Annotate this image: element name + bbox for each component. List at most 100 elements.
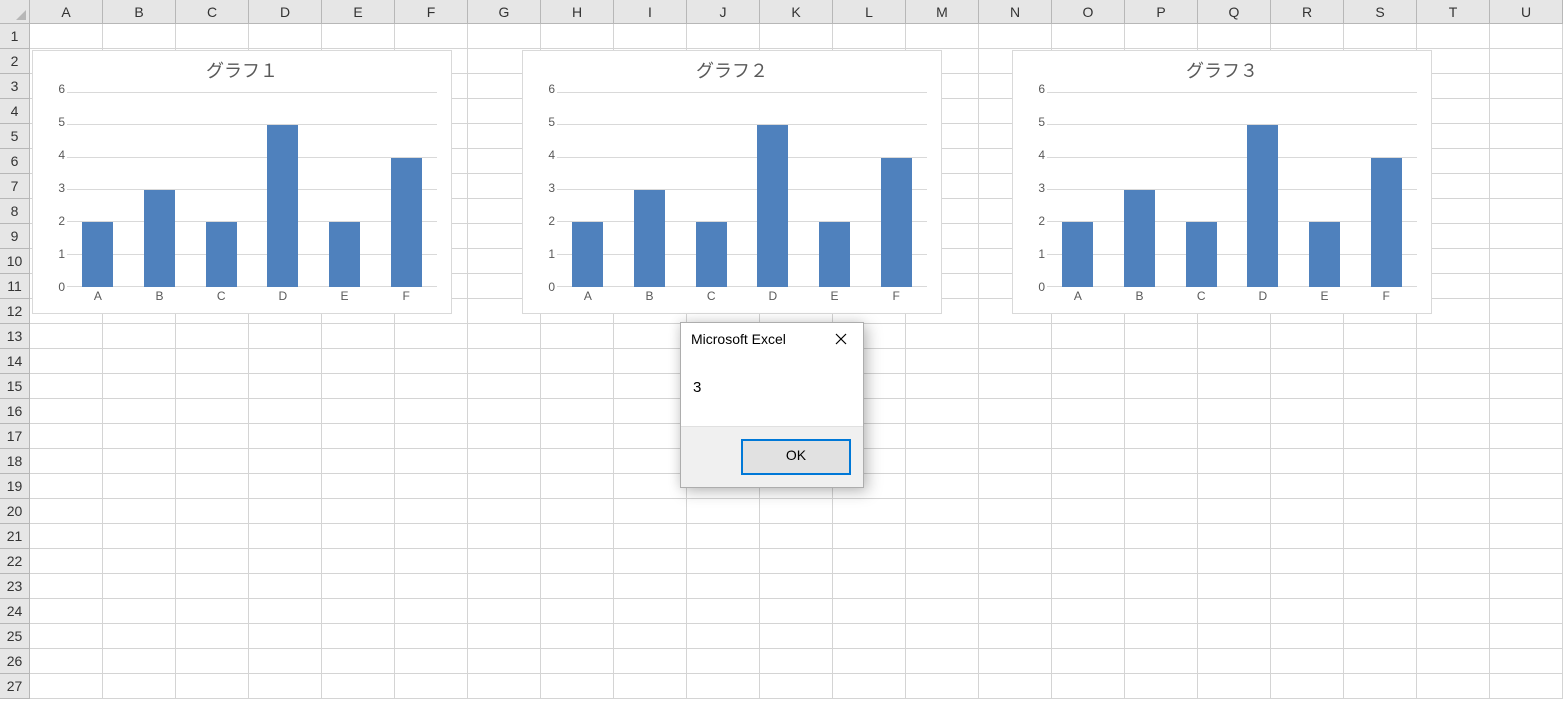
cell[interactable] xyxy=(1344,349,1417,374)
bar[interactable] xyxy=(1062,222,1093,287)
cell[interactable] xyxy=(1271,349,1344,374)
cell[interactable] xyxy=(1344,449,1417,474)
cell[interactable] xyxy=(1198,549,1271,574)
cell[interactable] xyxy=(1271,624,1344,649)
cell[interactable] xyxy=(1417,449,1490,474)
cell[interactable] xyxy=(30,399,103,424)
cell[interactable] xyxy=(249,499,322,524)
cell[interactable] xyxy=(1344,474,1417,499)
cell[interactable] xyxy=(614,399,687,424)
cell[interactable] xyxy=(1125,449,1198,474)
row-header[interactable]: 6 xyxy=(0,149,30,174)
cell[interactable] xyxy=(176,674,249,699)
cell[interactable] xyxy=(1490,224,1563,249)
cell[interactable] xyxy=(541,649,614,674)
cell[interactable] xyxy=(979,599,1052,624)
cell[interactable] xyxy=(1271,524,1344,549)
cell[interactable] xyxy=(614,449,687,474)
cell[interactable] xyxy=(322,649,395,674)
cell[interactable] xyxy=(979,399,1052,424)
column-header[interactable]: P xyxy=(1125,0,1198,24)
cell[interactable] xyxy=(1198,399,1271,424)
cell[interactable] xyxy=(1125,399,1198,424)
cell[interactable] xyxy=(103,574,176,599)
cell[interactable] xyxy=(1198,574,1271,599)
cell[interactable] xyxy=(906,399,979,424)
cell[interactable] xyxy=(979,574,1052,599)
cell[interactable] xyxy=(541,374,614,399)
cell[interactable] xyxy=(1125,499,1198,524)
cell[interactable] xyxy=(614,24,687,49)
cell[interactable] xyxy=(322,549,395,574)
cell[interactable] xyxy=(103,549,176,574)
cell[interactable] xyxy=(1417,499,1490,524)
bar[interactable] xyxy=(1371,158,1402,287)
row-header[interactable]: 25 xyxy=(0,624,30,649)
cell[interactable] xyxy=(1490,574,1563,599)
cell[interactable] xyxy=(687,674,760,699)
row-header[interactable]: 24 xyxy=(0,599,30,624)
cell[interactable] xyxy=(1125,649,1198,674)
cell[interactable] xyxy=(1052,324,1125,349)
cell[interactable] xyxy=(468,549,541,574)
cell[interactable] xyxy=(468,524,541,549)
cell[interactable] xyxy=(1198,324,1271,349)
bar[interactable] xyxy=(757,125,788,287)
cell[interactable] xyxy=(1344,524,1417,549)
cell[interactable] xyxy=(1417,399,1490,424)
cell[interactable] xyxy=(614,499,687,524)
cell[interactable] xyxy=(1490,49,1563,74)
cell[interactable] xyxy=(249,424,322,449)
row-header[interactable]: 20 xyxy=(0,499,30,524)
cell[interactable] xyxy=(1344,374,1417,399)
bar[interactable] xyxy=(329,222,360,287)
column-header[interactable]: K xyxy=(760,0,833,24)
cell[interactable] xyxy=(1490,149,1563,174)
column-header[interactable]: A xyxy=(30,0,103,24)
cell[interactable] xyxy=(468,399,541,424)
cell[interactable] xyxy=(30,674,103,699)
cell[interactable] xyxy=(322,524,395,549)
bar[interactable] xyxy=(267,125,298,287)
column-header[interactable]: R xyxy=(1271,0,1344,24)
cell[interactable] xyxy=(395,399,468,424)
cell[interactable] xyxy=(1490,524,1563,549)
cell[interactable] xyxy=(1052,374,1125,399)
cell[interactable] xyxy=(1125,524,1198,549)
cell[interactable] xyxy=(176,449,249,474)
cell[interactable] xyxy=(1490,674,1563,699)
cell[interactable] xyxy=(687,524,760,549)
cell[interactable] xyxy=(1344,424,1417,449)
cell[interactable] xyxy=(1125,474,1198,499)
cell[interactable] xyxy=(833,674,906,699)
cell[interactable] xyxy=(760,599,833,624)
cell[interactable] xyxy=(833,499,906,524)
cell[interactable] xyxy=(322,24,395,49)
cell[interactable] xyxy=(322,449,395,474)
cell[interactable] xyxy=(614,324,687,349)
cell[interactable] xyxy=(906,599,979,624)
bar[interactable] xyxy=(696,222,727,287)
cell[interactable] xyxy=(1490,649,1563,674)
cell[interactable] xyxy=(1344,549,1417,574)
cell[interactable] xyxy=(906,499,979,524)
cell[interactable] xyxy=(249,624,322,649)
cell[interactable] xyxy=(322,599,395,624)
cell[interactable] xyxy=(906,424,979,449)
cell[interactable] xyxy=(395,449,468,474)
cell[interactable] xyxy=(249,349,322,374)
cell[interactable] xyxy=(249,649,322,674)
cell[interactable] xyxy=(468,474,541,499)
cell[interactable] xyxy=(541,399,614,424)
column-header[interactable]: F xyxy=(395,0,468,24)
cell[interactable] xyxy=(979,674,1052,699)
cell[interactable] xyxy=(1052,574,1125,599)
cell[interactable] xyxy=(176,24,249,49)
cell[interactable] xyxy=(1417,624,1490,649)
column-header[interactable]: L xyxy=(833,0,906,24)
cell[interactable] xyxy=(30,424,103,449)
cell[interactable] xyxy=(541,24,614,49)
cell[interactable] xyxy=(395,424,468,449)
cell[interactable] xyxy=(1271,24,1344,49)
cell[interactable] xyxy=(1125,574,1198,599)
